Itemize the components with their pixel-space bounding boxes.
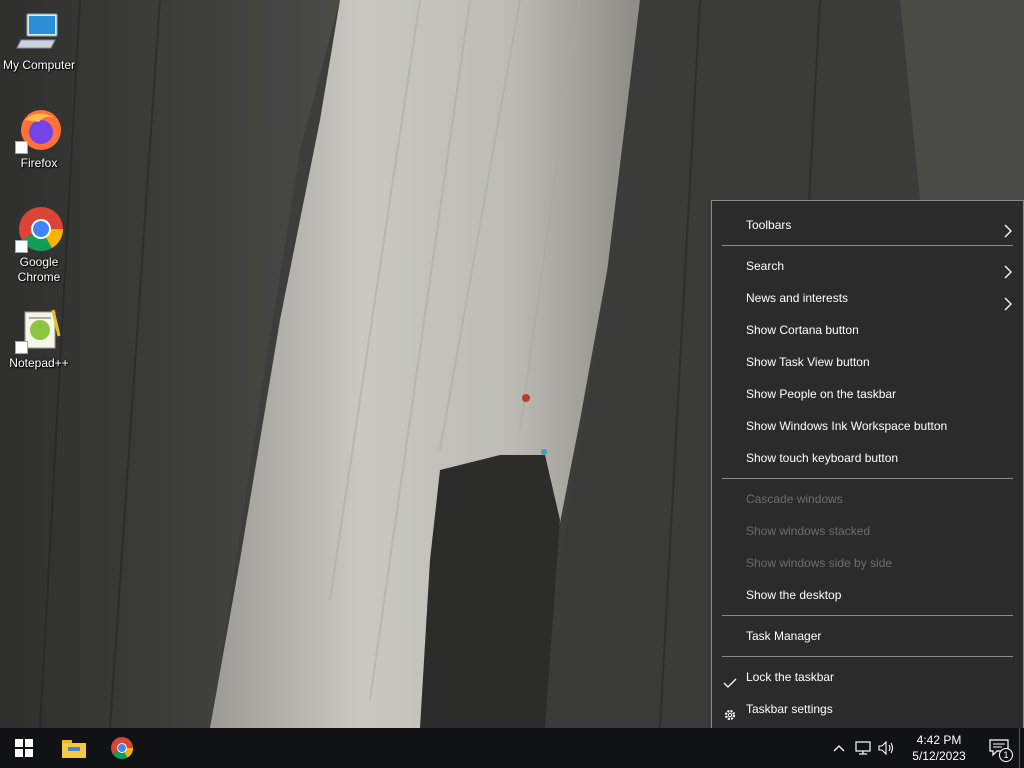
- menu-item-label: Show Windows Ink Workspace button: [746, 419, 948, 433]
- menu-item-label: Show Cortana button: [746, 323, 859, 337]
- shortcut-arrow-icon: [15, 240, 28, 253]
- menu-item-news-and-interests[interactable]: News and interests: [712, 282, 1023, 314]
- notification-count-badge: 1: [999, 748, 1013, 762]
- menu-item-cascade-windows: Cascade windows: [712, 483, 1023, 515]
- shortcut-arrow-icon: [15, 141, 28, 154]
- desktop-icon-google-chrome[interactable]: Google Chrome: [0, 205, 78, 285]
- menu-separator: [722, 656, 1013, 657]
- chevron-right-icon: [1001, 291, 1015, 311]
- menu-item-show-windows-stacked: Show windows stacked: [712, 515, 1023, 547]
- menu-item-label: Show the desktop: [746, 588, 842, 602]
- menu-item-search[interactable]: Search: [712, 250, 1023, 282]
- checkmark-icon: [723, 670, 737, 688]
- desktop-icon-label: Google Chrome: [17, 255, 61, 284]
- menu-item-label: Lock the taskbar: [746, 670, 835, 684]
- menu-item-label: Toolbars: [746, 218, 792, 232]
- clock-time: 4:42 PM: [916, 733, 962, 747]
- notepadpp-icon: [15, 306, 63, 354]
- menu-item-label: News and interests: [746, 291, 849, 305]
- menu-item-label: Cascade windows: [746, 492, 843, 506]
- taskbar-context-menu: Toolbars Search News and interests Show Cor…: [711, 200, 1024, 733]
- speaker-icon: [878, 741, 894, 755]
- taskbar-chrome[interactable]: [98, 728, 146, 768]
- chrome-icon: [15, 205, 63, 253]
- menu-item-label: Show touch keyboard button: [746, 451, 899, 465]
- taskbar-file-explorer[interactable]: [50, 728, 98, 768]
- desktop-icon-label: Firefox: [20, 156, 58, 170]
- desktop-icon-notepadpp[interactable]: Notepad++: [0, 306, 78, 371]
- menu-item-show-touch-keyboard-button[interactable]: Show touch keyboard button: [712, 442, 1023, 474]
- file-explorer-icon: [62, 740, 86, 758]
- menu-separator: [722, 245, 1013, 246]
- menu-item-label: Search: [746, 259, 785, 273]
- firefox-icon: [15, 106, 63, 154]
- chevron-up-icon: [833, 745, 845, 752]
- menu-item-label: Show windows stacked: [746, 524, 871, 538]
- show-hidden-icons-button[interactable]: [827, 728, 851, 768]
- menu-item-label: Task Manager: [746, 629, 822, 643]
- menu-item-show-people-on-the-taskbar[interactable]: Show People on the taskbar: [712, 378, 1023, 410]
- menu-item-show-cortana-button[interactable]: Show Cortana button: [712, 314, 1023, 346]
- show-desktop-button[interactable]: [1019, 728, 1024, 768]
- desktop-icon-label: Notepad++: [9, 356, 69, 370]
- climber-figure: [541, 449, 547, 455]
- menu-item-toolbars[interactable]: Toolbars: [712, 209, 1023, 241]
- menu-item-show-the-desktop[interactable]: Show the desktop: [712, 579, 1023, 611]
- system-tray: 4:42 PM 5/12/2023 1: [827, 728, 1024, 768]
- chevron-right-icon: [1001, 259, 1015, 279]
- network-icon: [855, 741, 871, 755]
- menu-item-show-task-view-button[interactable]: Show Task View button: [712, 346, 1023, 378]
- menu-separator: [722, 615, 1013, 616]
- climber-figure: [522, 394, 530, 402]
- taskbar: 4:42 PM 5/12/2023 1: [0, 728, 1024, 768]
- chrome-icon: [111, 737, 133, 759]
- menu-item-show-windows-side-by-side: Show windows side by side: [712, 547, 1023, 579]
- clock-button[interactable]: 4:42 PM 5/12/2023: [899, 728, 979, 768]
- menu-item-lock-the-taskbar[interactable]: Lock the taskbar: [712, 661, 1023, 693]
- start-button[interactable]: [0, 728, 48, 768]
- gear-icon: [723, 702, 737, 721]
- computer-icon: [15, 8, 63, 56]
- action-center-button[interactable]: 1: [979, 728, 1019, 768]
- menu-separator: [722, 478, 1013, 479]
- desktop-icon-label: My Computer: [2, 58, 76, 72]
- network-button[interactable]: [851, 728, 875, 768]
- menu-item-label: Show windows side by side: [746, 556, 893, 570]
- menu-item-label: Show People on the taskbar: [746, 387, 897, 401]
- menu-item-show-windows-ink-workspace-button[interactable]: Show Windows Ink Workspace button: [712, 410, 1023, 442]
- menu-item-taskbar-settings[interactable]: Taskbar settings: [712, 693, 1023, 725]
- clock-date: 5/12/2023: [912, 749, 966, 763]
- shortcut-arrow-icon: [15, 341, 28, 354]
- menu-item-task-manager[interactable]: Task Manager: [712, 620, 1023, 652]
- volume-button[interactable]: [875, 728, 899, 768]
- windows-logo-icon: [15, 739, 33, 757]
- chevron-right-icon: [1001, 218, 1015, 238]
- desktop-icon-firefox[interactable]: Firefox: [0, 106, 78, 171]
- menu-item-label: Taskbar settings: [746, 702, 833, 716]
- desktop-icon-my-computer[interactable]: My Computer: [0, 8, 78, 73]
- menu-item-label: Show Task View button: [746, 355, 870, 369]
